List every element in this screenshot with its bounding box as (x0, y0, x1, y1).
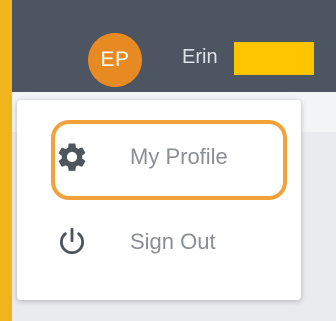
avatar-initials: EP (100, 48, 130, 71)
user-avatar[interactable]: EP (88, 33, 142, 87)
gear-icon (52, 137, 92, 177)
power-icon (52, 222, 92, 262)
top-bar: EP Erin (12, 0, 336, 92)
redacted-surname-block (234, 42, 314, 75)
menu-item-my-profile[interactable]: My Profile (32, 124, 282, 190)
menu-item-sign-out[interactable]: Sign Out (32, 209, 282, 275)
menu-item-label: My Profile (130, 144, 228, 169)
menu-item-label: Sign Out (130, 229, 216, 254)
user-name[interactable]: Erin (182, 46, 218, 69)
